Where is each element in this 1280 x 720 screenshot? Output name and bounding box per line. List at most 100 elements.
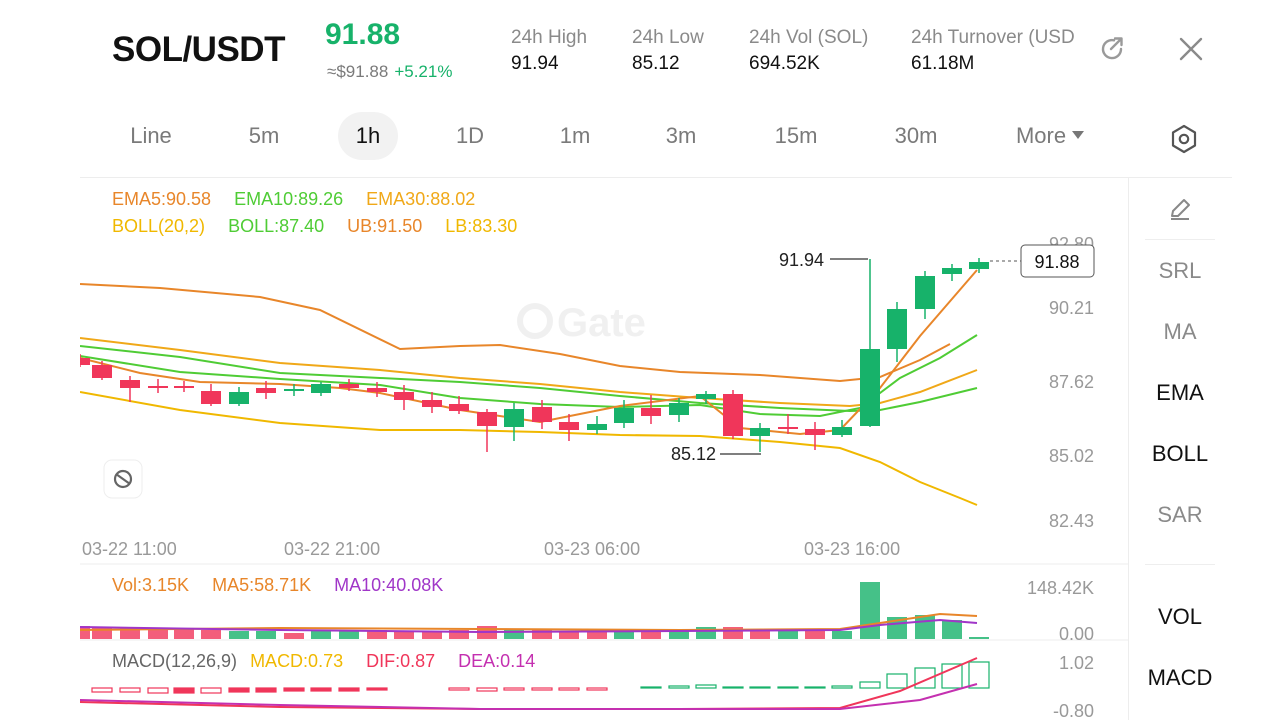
macd-bar [200, 687, 222, 694]
indicator-sar[interactable]: SAR [1129, 502, 1231, 528]
tab-label: More [1015, 123, 1067, 148]
volume-axis-label: 0.00 [1059, 624, 1094, 644]
ema5-line [80, 269, 978, 436]
volume-axis-label: 148.42K [1027, 578, 1094, 598]
stat-value: 91.94 [511, 53, 559, 74]
indicator-vol[interactable]: VOL [1129, 604, 1231, 630]
candle [723, 390, 743, 439]
high-marker: 91.94 [779, 250, 868, 270]
volume-bar [969, 637, 989, 639]
pencil-icon[interactable] [1167, 196, 1193, 222]
macd-bar [804, 686, 826, 689]
candle [148, 379, 168, 393]
tab-1h[interactable]: 1h [338, 112, 398, 160]
stat-label: 24h Turnover (USD [911, 27, 1075, 48]
last-price-tag-label: 91.88 [1034, 252, 1079, 272]
approx-price: ≈$91.88 [327, 62, 389, 81]
macd-bar [749, 686, 771, 689]
settings-hexagon-icon[interactable] [1166, 121, 1202, 157]
kline-chart[interactable]: Gate 92.80 90.21 87.62 85.02 82.43 03-22… [80, 178, 1128, 720]
macd-bar [777, 686, 799, 689]
macd-bar [722, 686, 744, 689]
tab-3m[interactable]: 3m [646, 112, 716, 160]
stat-24h-volume: 24h Vol (SOL) 694.52K [749, 27, 868, 75]
volume-bar [805, 630, 825, 639]
boll-upper-line [80, 283, 951, 383]
macd-bar [859, 681, 881, 689]
stat-24h-high: 24h High 91.94 [511, 27, 587, 75]
volume-bar [422, 632, 442, 639]
dif-line [80, 657, 978, 710]
indicator-macd[interactable]: MACD [1129, 665, 1231, 691]
candle [915, 271, 935, 319]
time-axis-label: 03-23 06:00 [544, 539, 640, 559]
volume-bar [942, 620, 962, 639]
volume-bar [256, 631, 276, 639]
volume-bar [229, 631, 249, 639]
candle [504, 403, 524, 441]
macd-bar [586, 687, 608, 691]
tab-5m[interactable]: 5m [228, 112, 300, 160]
tab-more[interactable]: More [1000, 112, 1100, 160]
macd-bar [173, 687, 195, 694]
time-axis-label: 03-22 11:00 [82, 539, 177, 559]
change-percent: +5.21% [394, 62, 453, 81]
last-price-tag: 91.88 [1020, 244, 1095, 278]
macd-bar [668, 685, 690, 689]
side-divider [1145, 239, 1215, 240]
tab-label: 1m [559, 123, 591, 148]
price-axis-label: 90.21 [1049, 298, 1094, 318]
volume-bar [915, 615, 935, 639]
indicator-srl[interactable]: SRL [1129, 258, 1231, 284]
macd-bar [640, 686, 662, 689]
reset-view-button[interactable] [103, 459, 143, 499]
indicator-boll[interactable]: BOLL [1129, 441, 1231, 467]
candle [750, 423, 770, 452]
macd-bar [941, 663, 963, 689]
macd-bar [338, 687, 360, 692]
boll-lower-line [80, 391, 978, 506]
candle [969, 258, 989, 273]
watermark-text: Gate [557, 301, 646, 345]
volume-bar [641, 631, 661, 639]
time-axis-label: 03-22 21:00 [284, 539, 380, 559]
macd-bar [558, 687, 580, 691]
candle [311, 382, 331, 396]
share-icon[interactable] [1097, 34, 1127, 64]
close-icon[interactable] [1176, 34, 1206, 64]
tab-label: Line [130, 123, 172, 148]
last-price: 91.88 [325, 18, 401, 51]
candle [860, 259, 880, 427]
macd-bar [147, 687, 169, 694]
candle [120, 376, 140, 402]
tab-1m[interactable]: 1m [540, 112, 610, 160]
macd-axis-label: -0.80 [1053, 701, 1094, 720]
indicator-ema[interactable]: EMA [1129, 380, 1231, 406]
macd-bar [310, 687, 332, 692]
volume-bar [174, 629, 194, 639]
volume-bar [778, 631, 798, 639]
volume-bar [311, 631, 331, 639]
tab-1d[interactable]: 1D [435, 112, 505, 160]
candle [201, 384, 221, 406]
price-axis-label: 82.43 [1049, 511, 1094, 531]
volume-ma5-line [80, 612, 978, 632]
macd-bar [448, 687, 470, 691]
macd-bar [283, 687, 305, 692]
pair-title: SOL/USDT [112, 30, 285, 69]
candle [229, 387, 249, 406]
macd-bar [366, 687, 388, 691]
stat-label: 24h High [511, 27, 588, 48]
gate-watermark-logo: Gate [517, 301, 646, 345]
indicator-ma[interactable]: MA [1129, 319, 1231, 345]
volume-bars [80, 582, 989, 639]
macd-bar [119, 687, 141, 693]
candle [887, 302, 907, 362]
low-marker: 85.12 [671, 444, 761, 464]
tab-30m[interactable]: 30m [876, 112, 956, 160]
tab-15m[interactable]: 15m [756, 112, 836, 160]
tab-line[interactable]: Line [110, 112, 192, 160]
tab-label: 3m [665, 123, 697, 148]
high-marker-label: 91.94 [779, 250, 824, 270]
candle [942, 264, 962, 281]
